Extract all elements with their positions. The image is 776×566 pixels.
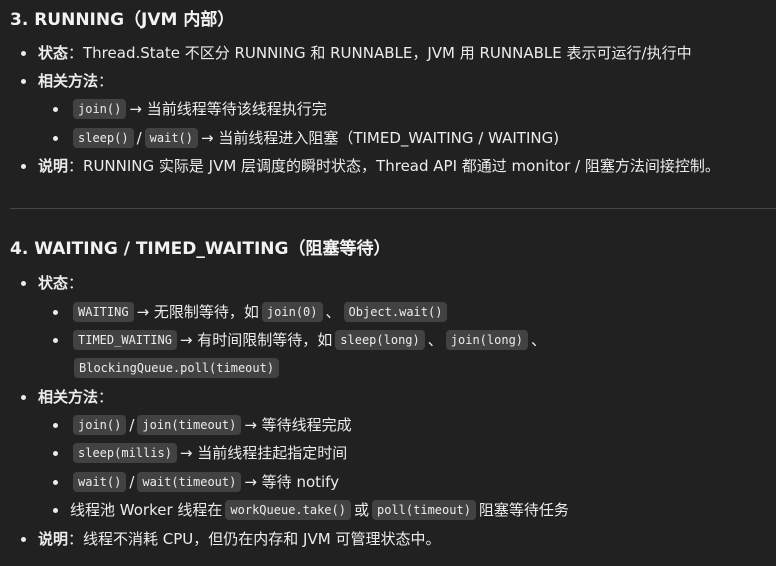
code-sleep-millis: sleep(millis) [73,443,177,463]
code-wait: wait() [73,472,127,492]
section4-note-item: 说明 ：线程不消耗 CPU，但仍在内存和 JVM 可管理状态中。 [21,528,440,550]
code-join: join() [73,415,127,435]
section3-note-item: 说明 ：RUNNING 实际是 JVM 层调度的瞬时状态，Thread API … [21,155,720,177]
section4-state-item: 状态 ： [21,272,83,294]
section3-title: 3. RUNNING（JVM 内部） [10,10,235,30]
note-label: 说明 [38,157,69,175]
methods-colon: ： [98,388,114,406]
section3-method-sleep-wait: sleep() / wait() → 当前线程进入阻塞（TIMED_WAITIN… [53,127,559,149]
section3-method-join: join() → 当前线程等待该线程执行完 [53,98,327,120]
methods-label: 相关方法 [38,72,99,90]
section3-methods-item: 相关方法 ： [21,70,113,92]
section3-state-item: 状态 ：Thread.State 不区分 RUNNING 和 RUNNABLE，… [21,42,692,64]
section4-method-worker: 线程池 Worker 线程在 workQueue.take() 或 poll(t… [53,499,569,521]
state-desc: → 有时间限制等待，如 [179,331,333,349]
section4-state-timed-waiting: TIMED_WAITING → 有时间限制等待，如 sleep(long) 、 … [53,329,546,351]
code-waiting: WAITING [73,302,134,322]
or-text: 或 [353,501,369,519]
bullet-icon [53,106,58,112]
section4-method-sleep: sleep(millis) → 当前线程挂起指定时间 [53,442,347,464]
bullet-icon [21,280,26,286]
code-blockingqueue-poll: BlockingQueue.poll(timeout) [74,358,280,378]
separator: 、 [531,331,547,349]
state-colon: ： [68,274,84,292]
bullet-icon [53,507,58,513]
bullet-icon [53,309,58,315]
code-wait-timeout: wait(timeout) [137,472,242,492]
slash: / [136,129,142,147]
bullet-icon [21,50,26,56]
bullet-icon [53,135,58,141]
bullet-icon [21,78,26,84]
section4-methods-item: 相关方法 ： [21,386,113,408]
section4-state-timed-waiting-cont: BlockingQueue.poll(timeout) [71,358,282,378]
bullet-icon [21,536,26,542]
bullet-icon [21,163,26,169]
bullet-icon [53,422,58,428]
state-label: 状态 [38,274,69,292]
code-join: join() [73,99,127,119]
code-sleep: sleep() [73,128,134,148]
method-desc: → 当前线程挂起指定时间 [179,444,348,462]
slash: / [129,416,135,434]
methods-label: 相关方法 [38,388,99,406]
state-label: 状态 [38,44,69,62]
worker-text: 线程池 Worker 线程在 [70,501,223,519]
note-text: ：线程不消耗 CPU，但仍在内存和 JVM 可管理状态中。 [68,530,441,548]
bullet-icon [53,337,58,343]
code-join-timeout: join(timeout) [137,415,242,435]
note-label: 说明 [38,530,69,548]
method-desc: → 当前线程进入阻塞（TIMED_WAITING / WAITING) [201,129,560,147]
bullet-icon [21,394,26,400]
methods-colon: ： [98,72,114,90]
worker-text-end: 阻塞等待任务 [478,501,569,519]
method-desc: → 当前线程等待该线程执行完 [129,100,327,118]
slash: / [129,473,135,491]
separator: 、 [325,303,341,321]
method-desc: → 等待 notify [244,473,340,491]
code-sleep-long: sleep(long) [335,330,425,350]
section4-method-wait: wait() / wait(timeout) → 等待 notify [53,471,339,493]
code-join-long: join(long) [445,330,529,350]
code-join0: join(0) [261,302,323,322]
code-object-wait: Object.wait() [343,302,448,322]
section-divider [10,208,776,209]
code-timed-waiting: TIMED_WAITING [73,330,177,350]
code-poll-timeout: poll(timeout) [372,500,476,520]
state-text: ：Thread.State 不区分 RUNNING 和 RUNNABLE，JVM… [68,44,692,62]
bullet-icon [53,450,58,456]
section4-method-join: join() / join(timeout) → 等待线程完成 [53,414,352,436]
state-desc: → 无限制等待，如 [136,303,259,321]
section4-heading: 4. WAITING / TIMED_WAITING（阻塞等待） [10,238,390,260]
method-desc: → 等待线程完成 [244,416,352,434]
code-wait: wait() [144,128,198,148]
separator: 、 [427,331,443,349]
section3-heading: 3. RUNNING（JVM 内部） [10,9,234,31]
bullet-icon [53,479,58,485]
section4-title: 4. WAITING / TIMED_WAITING（阻塞等待） [10,239,391,259]
code-workqueue-take: workQueue.take() [225,500,351,520]
section4-state-waiting: WAITING → 无限制等待，如 join(0) 、 Object.wait(… [53,301,450,323]
note-text: ：RUNNING 实际是 JVM 层调度的瞬时状态，Thread API 都通过… [68,157,720,175]
